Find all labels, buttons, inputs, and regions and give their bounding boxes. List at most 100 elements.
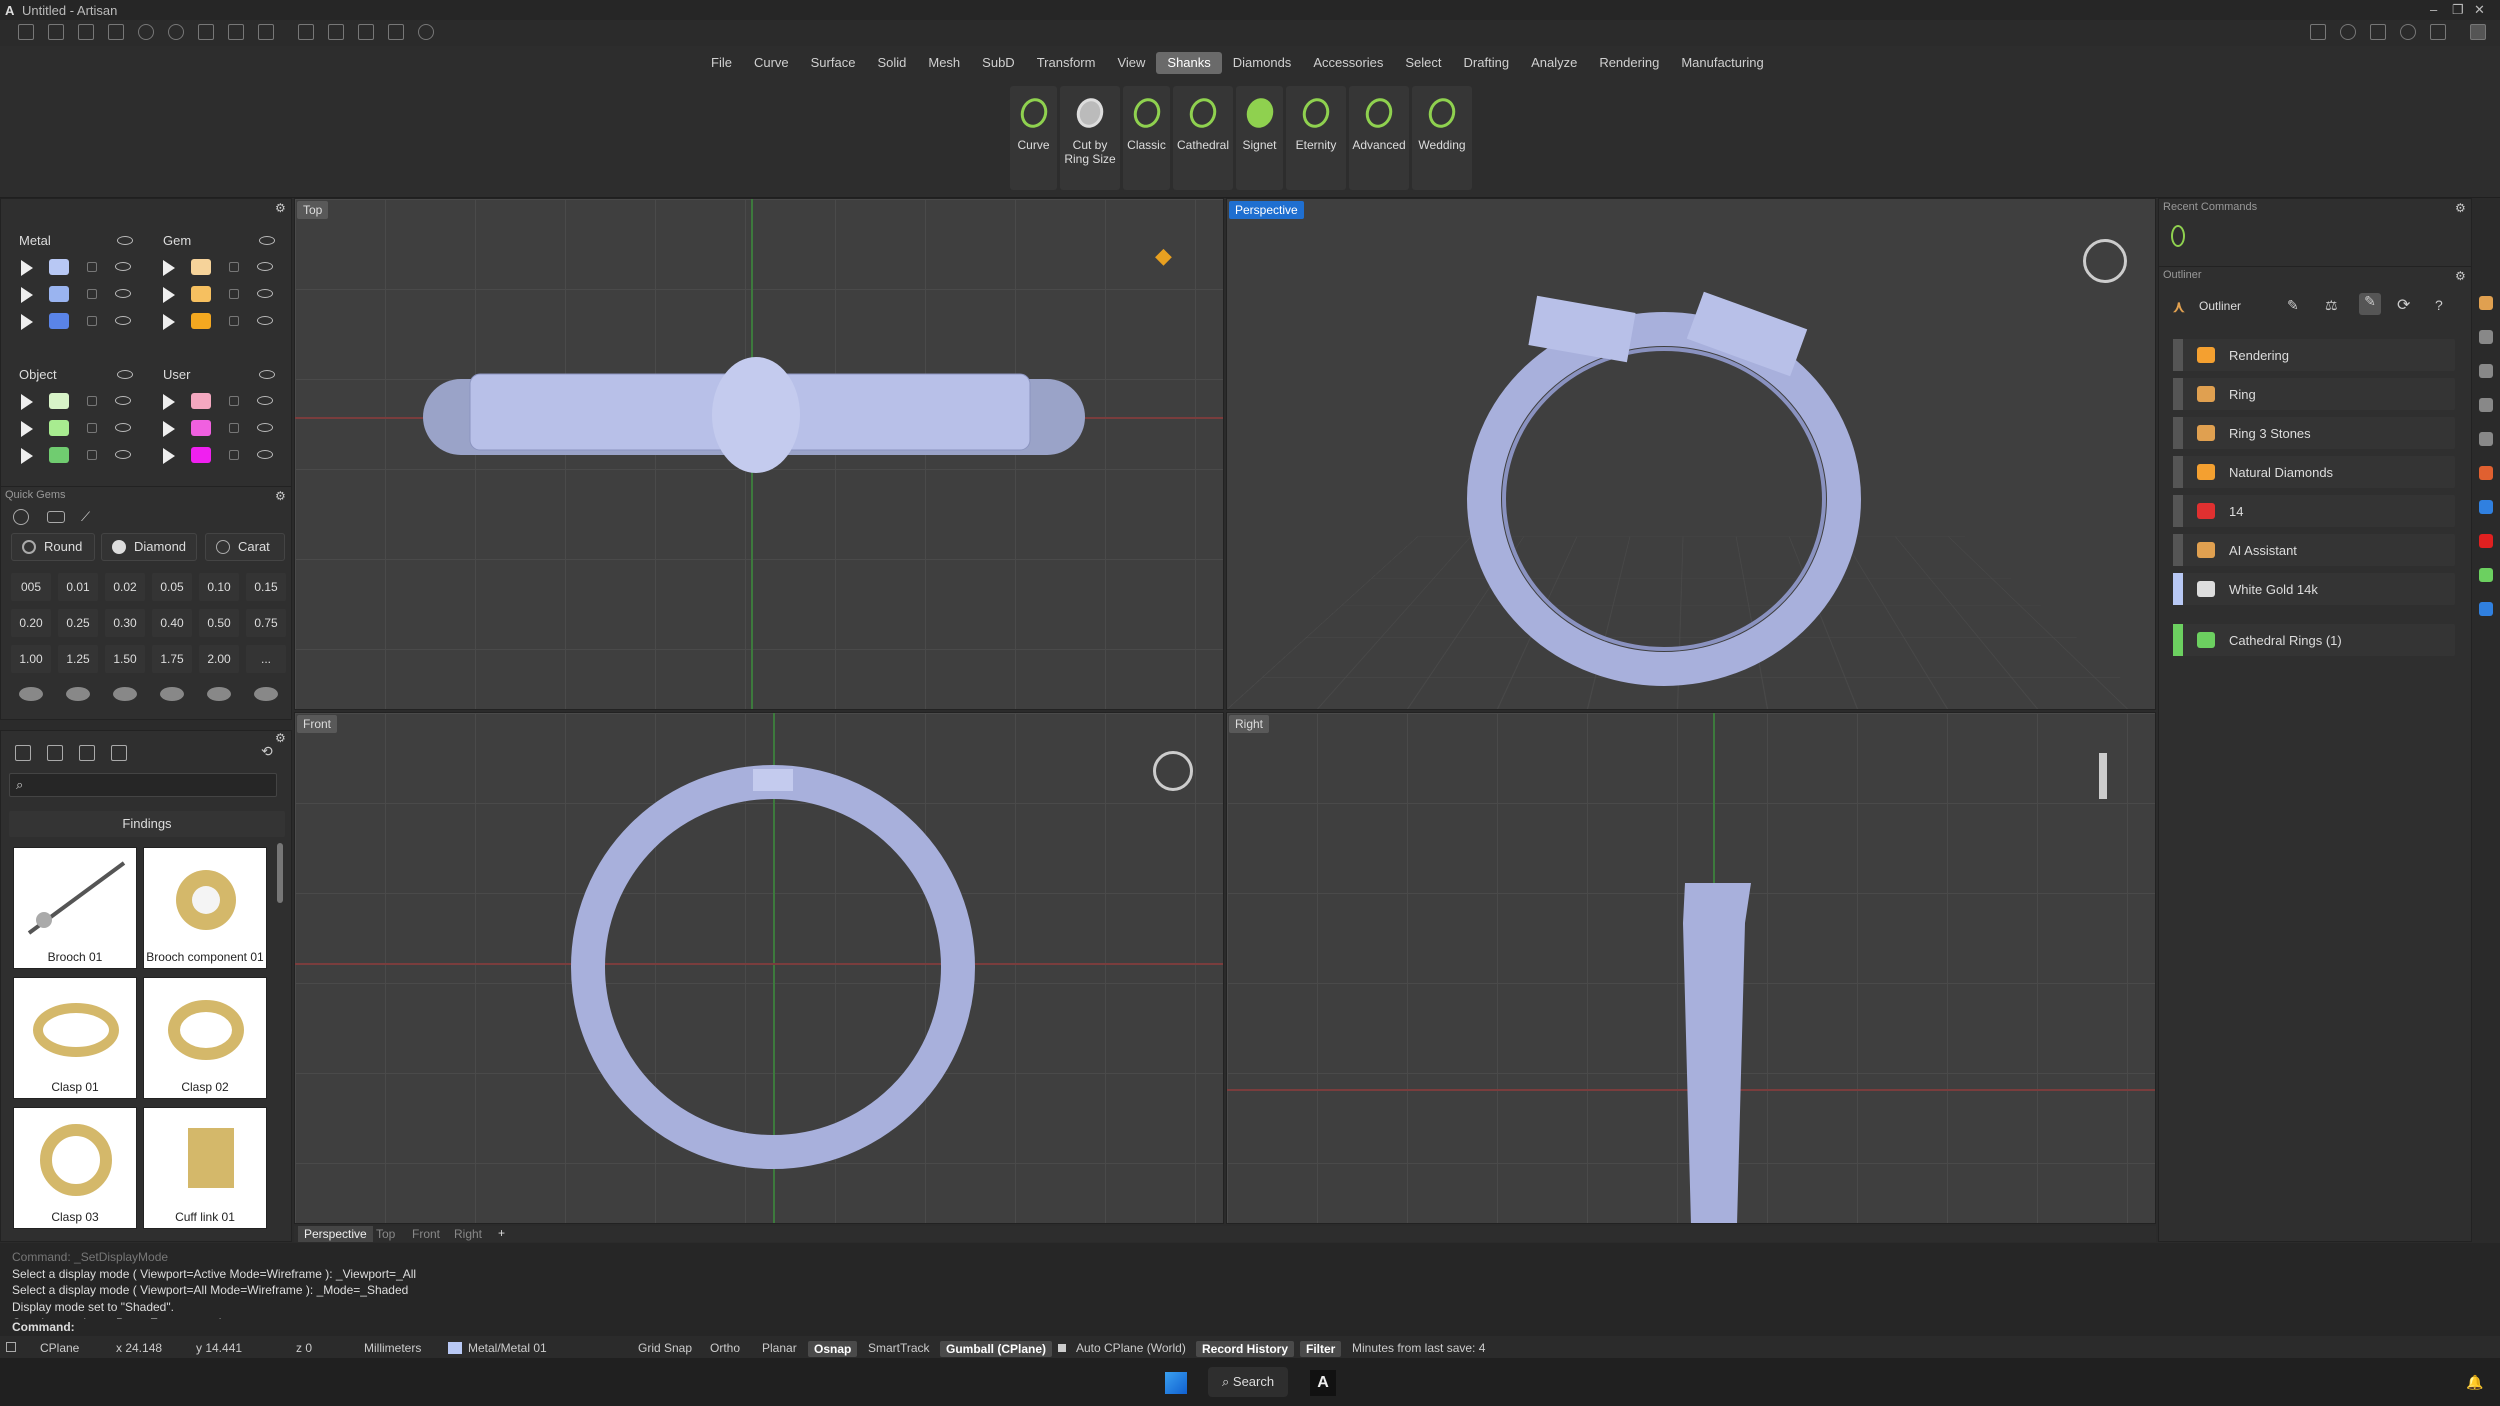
gem-size-button[interactable]: 005 bbox=[11, 573, 51, 601]
gem-size-button[interactable]: 1.50 bbox=[105, 645, 145, 673]
eye-icon[interactable] bbox=[117, 236, 133, 245]
record-history-toggle[interactable]: Record History bbox=[1196, 1341, 1295, 1357]
layer-color-swatch[interactable] bbox=[191, 313, 211, 329]
open-icon[interactable] bbox=[78, 24, 94, 40]
menu-file[interactable]: File bbox=[700, 52, 743, 74]
eye-icon[interactable] bbox=[115, 316, 131, 325]
menu-view[interactable]: View bbox=[1106, 52, 1156, 74]
menu-solid[interactable]: Solid bbox=[866, 52, 917, 74]
outliner-item[interactable]: 14 bbox=[2173, 495, 2455, 527]
layer-color-swatch[interactable] bbox=[49, 393, 69, 409]
gem-size-button[interactable]: 1.75 bbox=[152, 645, 192, 673]
package-icon[interactable] bbox=[2370, 24, 2386, 40]
undo-icon[interactable] bbox=[138, 24, 154, 40]
image-icon[interactable] bbox=[79, 745, 95, 761]
maximize-icon[interactable]: ❐ bbox=[2452, 2, 2464, 18]
gem-unit-dropdown[interactable]: Carat bbox=[205, 533, 285, 561]
color-tab-icon[interactable] bbox=[2479, 534, 2493, 548]
library-item[interactable]: Cuff link 01 bbox=[143, 1107, 267, 1229]
cathedral-command-icon[interactable] bbox=[2171, 225, 2185, 247]
smarttrack-toggle[interactable]: SmartTrack bbox=[868, 1341, 930, 1355]
menu-accessories[interactable]: Accessories bbox=[1302, 52, 1394, 74]
planar-toggle[interactable]: Planar bbox=[762, 1341, 797, 1355]
new-file-icon[interactable] bbox=[18, 24, 34, 40]
pencil-icon[interactable]: ✎ bbox=[2287, 297, 2299, 314]
layer-color-swatch[interactable] bbox=[191, 447, 211, 463]
balance-icon[interactable]: ⚖ bbox=[2325, 297, 2338, 314]
redo-icon[interactable] bbox=[168, 24, 184, 40]
layer-color-swatch[interactable] bbox=[49, 259, 69, 275]
tool-eternity[interactable]: Eternity bbox=[1286, 86, 1346, 190]
expand-layer-icon[interactable] bbox=[21, 448, 33, 464]
transform-icon[interactable] bbox=[328, 24, 344, 40]
lock-icon[interactable] bbox=[229, 316, 239, 326]
gem-size-button[interactable]: 0.30 bbox=[105, 609, 145, 637]
filter-toggle[interactable]: Filter bbox=[1300, 1341, 1342, 1357]
refresh-icon[interactable]: ⟲ bbox=[261, 743, 273, 760]
export-tab-icon[interactable] bbox=[2479, 602, 2493, 616]
expand-layer-icon[interactable] bbox=[163, 394, 175, 410]
layer-color-swatch[interactable] bbox=[191, 393, 211, 409]
layer-color-swatch[interactable] bbox=[49, 447, 69, 463]
outliner-item[interactable]: Ring bbox=[2173, 378, 2455, 410]
expand-layer-icon[interactable] bbox=[21, 260, 33, 276]
library-search-input[interactable]: ⌕ bbox=[9, 773, 277, 797]
gem-size-button[interactable]: 2.00 bbox=[199, 645, 239, 673]
select-icon[interactable] bbox=[298, 24, 314, 40]
expand-layer-icon[interactable] bbox=[163, 260, 175, 276]
gem-size-button[interactable]: 1.25 bbox=[58, 645, 98, 673]
layer-color-swatch[interactable] bbox=[49, 313, 69, 329]
scale-icon[interactable] bbox=[388, 24, 404, 40]
close-icon[interactable]: ✕ bbox=[2474, 2, 2485, 18]
gem-shape-icon[interactable] bbox=[254, 687, 278, 701]
save-icon[interactable] bbox=[198, 24, 214, 40]
layers-tab-icon[interactable] bbox=[2479, 330, 2493, 344]
panel-settings-icon[interactable]: ⚙ bbox=[2455, 269, 2466, 283]
layer-color-swatch[interactable] bbox=[191, 286, 211, 302]
gem-shape-icon[interactable] bbox=[113, 687, 137, 701]
tab-top[interactable]: Top bbox=[376, 1227, 395, 1241]
library-item[interactable]: Clasp 02 bbox=[143, 977, 267, 1099]
properties-tab-icon[interactable] bbox=[2479, 364, 2493, 378]
menu-drafting[interactable]: Drafting bbox=[1453, 52, 1521, 74]
osnap-toggle[interactable]: Osnap bbox=[808, 1341, 858, 1357]
expand-layer-icon[interactable] bbox=[163, 314, 175, 330]
eye-icon[interactable] bbox=[115, 450, 131, 459]
outliner-item[interactable]: AI Assistant bbox=[2173, 534, 2455, 566]
notification-icon[interactable]: 🔔 bbox=[2466, 1374, 2483, 1391]
panel-settings-icon[interactable]: ⚙ bbox=[275, 731, 286, 745]
gem-shape-icon[interactable] bbox=[207, 687, 231, 701]
eye-icon[interactable] bbox=[115, 262, 131, 271]
gem-shape-icon[interactable] bbox=[19, 687, 43, 701]
outliner-item[interactable]: White Gold 14k bbox=[2173, 573, 2455, 605]
menu-diamonds[interactable]: Diamonds bbox=[1222, 52, 1303, 74]
taskbar-search[interactable]: ⌕ Search bbox=[1208, 1367, 1288, 1397]
eye-icon[interactable] bbox=[257, 450, 273, 459]
command-input[interactable]: Command: bbox=[0, 1319, 2500, 1336]
ring-gizmo-icon[interactable] bbox=[1153, 751, 1193, 791]
gem-shape-icon[interactable] bbox=[66, 687, 90, 701]
eye-icon[interactable] bbox=[257, 396, 273, 405]
expand-layer-icon[interactable] bbox=[163, 421, 175, 437]
menu-shanks[interactable]: Shanks bbox=[1156, 52, 1222, 74]
menu-mesh[interactable]: Mesh bbox=[917, 52, 971, 74]
gem-size-button[interactable]: 0.05 bbox=[152, 573, 192, 601]
windows-start-icon[interactable] bbox=[1165, 1372, 1187, 1394]
viewport-top[interactable]: Top ◆ bbox=[294, 198, 1224, 710]
settings-icon[interactable] bbox=[2310, 24, 2326, 40]
menu-select[interactable]: Select bbox=[1394, 52, 1452, 74]
gem-round-icon[interactable] bbox=[13, 509, 29, 525]
folder-add-icon[interactable] bbox=[47, 745, 63, 761]
panel-settings-icon[interactable]: ⚙ bbox=[275, 201, 286, 215]
viewport-right[interactable]: Right bbox=[1226, 712, 2156, 1224]
panel-settings-icon[interactable]: ⚙ bbox=[2455, 201, 2466, 215]
new-template-icon[interactable] bbox=[48, 24, 64, 40]
gem-tool-icon[interactable] bbox=[47, 511, 65, 523]
expand-layer-icon[interactable] bbox=[21, 314, 33, 330]
viewport-label-right[interactable]: Right bbox=[1229, 715, 1270, 733]
tool-cut-by-ring-size[interactable]: Cut by Ring Size bbox=[1060, 86, 1120, 190]
artisan-taskbar-icon[interactable]: A bbox=[1310, 1370, 1336, 1396]
gem-shape-dropdown[interactable]: Round bbox=[11, 533, 95, 561]
current-layer[interactable]: Metal/Metal 01 bbox=[468, 1341, 547, 1355]
lock-icon[interactable] bbox=[229, 262, 239, 272]
